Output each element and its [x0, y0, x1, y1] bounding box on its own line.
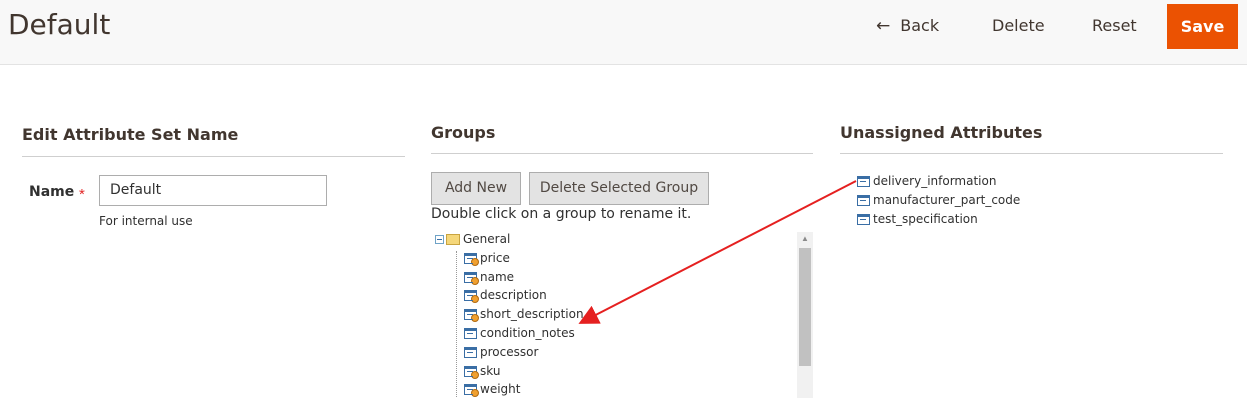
name-section-title: Edit Attribute Set Name — [22, 125, 239, 144]
unassigned-section-title: Unassigned Attributes — [840, 123, 1043, 142]
attribute-icon — [464, 384, 479, 397]
unassigned-item-label: manufacturer_part_code — [873, 193, 1021, 207]
delete-button[interactable]: Delete — [992, 16, 1045, 36]
system-attribute-badge-icon — [471, 295, 479, 303]
required-marker: * — [79, 186, 85, 203]
name-section-divider — [22, 156, 405, 157]
attribute-icon — [464, 309, 479, 322]
reset-button[interactable]: Reset — [1092, 16, 1137, 36]
tree-item-label: weight — [480, 382, 521, 396]
attribute-icon — [464, 347, 477, 358]
tree-item-label: sku — [480, 364, 501, 378]
system-attribute-badge-icon — [471, 389, 479, 397]
groups-tree: General price name description short_des… — [430, 229, 813, 398]
tree-item[interactable]: sku — [464, 362, 500, 380]
groups-section-divider — [431, 153, 813, 154]
scroll-up-icon[interactable]: ▲ — [797, 232, 813, 246]
folder-icon — [446, 234, 460, 245]
attribute-icon — [857, 195, 870, 206]
unassigned-item[interactable]: delivery_information — [857, 172, 996, 190]
attribute-icon — [464, 272, 479, 285]
groups-section-title: Groups — [431, 123, 496, 142]
tree-connector — [456, 251, 457, 398]
system-attribute-badge-icon — [471, 314, 479, 322]
page-header: Default ← Back Delete Reset Save — [0, 0, 1247, 65]
tree-item[interactable]: price — [464, 249, 510, 267]
delete-selected-group-button[interactable]: Delete Selected Group — [529, 172, 709, 205]
tree-item[interactable]: short_description — [464, 305, 584, 323]
tree-item[interactable]: weight — [464, 380, 520, 398]
system-attribute-badge-icon — [471, 258, 479, 266]
unassigned-item-label: delivery_information — [873, 174, 997, 188]
attribute-icon — [857, 214, 870, 225]
attribute-icon — [464, 290, 479, 303]
system-attribute-badge-icon — [471, 371, 479, 379]
name-input[interactable]: Default — [99, 175, 327, 206]
unassigned-item[interactable]: manufacturer_part_code — [857, 191, 1020, 209]
unassigned-section-divider — [840, 153, 1223, 154]
tree-item[interactable]: description — [464, 286, 547, 304]
unassigned-item[interactable]: test_specification — [857, 210, 978, 228]
back-label: Back — [900, 16, 940, 35]
tree-item-label: processor — [480, 345, 539, 359]
tree-item-label: name — [480, 270, 515, 284]
tree-scrollbar-thumb[interactable] — [799, 248, 811, 366]
tree-item-label: description — [480, 288, 547, 302]
unassigned-item-label: test_specification — [873, 212, 978, 226]
attribute-icon — [857, 176, 870, 187]
tree-group-general[interactable]: General — [435, 230, 510, 248]
attribute-icon — [464, 253, 479, 266]
arrow-left-icon: ← — [876, 16, 891, 36]
attribute-icon — [464, 366, 479, 379]
tree-item[interactable]: name — [464, 268, 514, 286]
tree-group-label: General — [463, 232, 511, 246]
tree-item-label: condition_notes — [480, 326, 575, 340]
collapse-icon[interactable] — [435, 235, 444, 244]
tree-item[interactable]: condition_notes — [464, 324, 575, 342]
tree-item[interactable]: processor — [464, 343, 538, 361]
name-help-text: For internal use — [99, 214, 193, 228]
tree-item-label: price — [480, 251, 510, 265]
back-button[interactable]: ← Back — [876, 16, 939, 36]
tree-item-label: short_description — [480, 307, 584, 321]
save-button[interactable]: Save — [1167, 4, 1238, 49]
groups-hint: Double click on a group to rename it. — [431, 206, 692, 222]
page-title: Default — [8, 8, 111, 41]
add-new-group-button[interactable]: Add New — [431, 172, 521, 205]
system-attribute-badge-icon — [471, 277, 479, 285]
attribute-icon — [464, 328, 477, 339]
name-label: Name — [29, 184, 75, 200]
